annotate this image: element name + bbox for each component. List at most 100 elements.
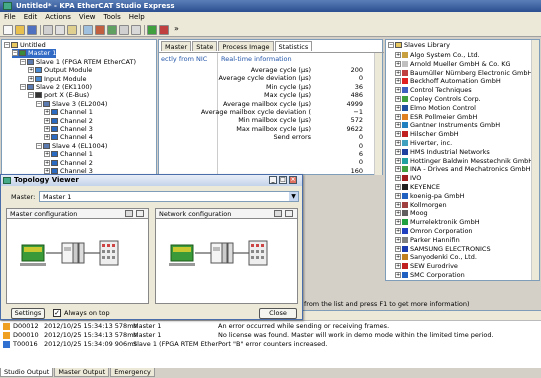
scan-icon[interactable] <box>83 25 93 35</box>
slaves-library-root[interactable]: − Slaves Library <box>388 41 450 50</box>
new-icon[interactable] <box>3 25 13 35</box>
stats-scrollbar[interactable] <box>374 53 382 175</box>
expand-icon[interactable]: + <box>44 151 50 158</box>
slave-vendor-item[interactable]: + Arnold Mueller GmbH & Co. KG <box>395 60 511 69</box>
expand-icon[interactable]: + <box>28 67 34 74</box>
slave-vendor-item[interactable]: + Control Techniques <box>395 86 472 95</box>
master-select[interactable]: Master 1 ▼ <box>39 191 299 202</box>
expand-icon[interactable]: + <box>44 159 50 166</box>
copy-icon[interactable] <box>55 25 65 35</box>
collapse-icon[interactable]: − <box>20 84 26 90</box>
menu-edit[interactable]: Edit <box>20 12 42 23</box>
slave-vendor-item[interactable]: + Hilscher GmbH <box>395 130 459 139</box>
paste-icon[interactable] <box>67 25 77 35</box>
slave-vendor-item[interactable]: + Omron Corporation <box>395 227 473 236</box>
slave-vendor-item[interactable]: + Hiverter, inc. <box>395 139 452 148</box>
expand-icon[interactable]: + <box>395 157 401 164</box>
slave-vendor-item[interactable]: + Moog <box>395 209 428 218</box>
expand-icon[interactable]: + <box>395 122 401 129</box>
tab-master-output[interactable]: Master Output <box>54 368 110 377</box>
expand-icon[interactable]: + <box>28 75 34 82</box>
tab-state[interactable]: State <box>192 41 218 51</box>
tab-master[interactable]: Master <box>161 41 192 51</box>
slave-vendor-item[interactable]: + Baumüller Nürnberg Electronic GmbH <box>395 69 532 78</box>
close-button[interactable]: Close <box>259 308 297 319</box>
expand-icon[interactable]: + <box>395 69 401 76</box>
slave-vendor-item[interactable]: + Copley Controls Corp. <box>395 95 481 104</box>
tab-process-image[interactable]: Process Image <box>218 41 274 51</box>
collapse-icon[interactable]: − <box>20 58 26 65</box>
log-row[interactable]: D00010 2012/10/25 15:34:13 578ms Master 1 N… <box>0 331 541 340</box>
slave-vendor-item[interactable]: + Algo System Co., Ltd. <box>395 51 480 60</box>
slave-vendor-item[interactable]: + SMC Corporation <box>395 271 465 280</box>
slave-vendor-item[interactable]: + Elmo Motion Control <box>395 104 476 113</box>
expand-icon[interactable]: + <box>395 184 401 190</box>
slave-vendor-item[interactable]: + INA - Drives and Mechatronics GmbH u. C <box>395 165 541 174</box>
collapse-icon[interactable]: − <box>12 50 18 57</box>
expand-icon[interactable]: + <box>395 228 401 234</box>
slave-vendor-item[interactable]: + KEYENCE <box>395 183 440 192</box>
slave-vendor-item[interactable]: + ESR Pollmeier GmbH <box>395 113 477 122</box>
expand-icon[interactable]: + <box>44 126 50 132</box>
expand-icon[interactable]: + <box>395 140 401 146</box>
expand-icon[interactable]: + <box>395 219 401 226</box>
menu-tools[interactable]: Tools <box>99 12 124 23</box>
menu-help[interactable]: Help <box>125 12 149 23</box>
expand-icon[interactable]: + <box>395 60 401 67</box>
expand-icon[interactable]: + <box>395 113 401 120</box>
expand-icon[interactable]: + <box>395 201 401 208</box>
menu-actions[interactable]: Actions <box>41 12 75 23</box>
connect-icon[interactable] <box>107 25 117 35</box>
expand-icon[interactable]: + <box>44 109 50 116</box>
maximize-icon[interactable]: □ <box>279 176 287 184</box>
expand-icon[interactable]: + <box>395 175 401 182</box>
expand-icon[interactable]: + <box>395 210 401 217</box>
expand-icon[interactable]: + <box>395 166 401 173</box>
slave-vendor-item[interactable]: + IVO <box>395 174 421 183</box>
settings-button[interactable]: Settings <box>11 308 45 319</box>
slave-vendor-item[interactable]: + Hottinger Baldwin Messtechnik GmbH <box>395 157 533 166</box>
expand-icon[interactable]: + <box>395 87 401 94</box>
expand-icon[interactable]: + <box>395 236 401 243</box>
tab-statistics[interactable]: Statistics <box>274 41 313 51</box>
log-row[interactable]: T00016 2012/10/25 15:34:09 906ms Slave 1 (… <box>0 340 541 349</box>
slave-vendor-item[interactable]: + Kollmorgen <box>395 201 447 210</box>
collapse-icon[interactable]: − <box>36 142 42 149</box>
settings-icon[interactable] <box>136 210 144 217</box>
export-icon[interactable] <box>131 25 141 35</box>
slave-vendor-item[interactable]: + HMS Industrial Networks <box>395 148 490 157</box>
menu-file[interactable]: File <box>0 12 20 23</box>
delete-icon[interactable] <box>95 25 105 35</box>
slave-vendor-item[interactable]: + Murrelektronik GmbH <box>395 218 480 227</box>
always-on-top-checkbox[interactable]: ✓ <box>53 309 61 317</box>
expand-icon[interactable]: + <box>395 272 401 278</box>
expand-icon[interactable]: + <box>44 134 50 141</box>
run-icon[interactable] <box>147 25 157 35</box>
tab-studio-output[interactable]: Studio Output <box>0 368 54 377</box>
slave-vendor-item[interactable]: + Beckhoff Automation GmbH <box>395 77 501 86</box>
expand-icon[interactable]: + <box>395 263 401 270</box>
topology-title-bar[interactable]: Topology Viewer _ □ × <box>1 175 302 186</box>
slave-vendor-item[interactable]: + Parker Hannifin <box>395 236 460 245</box>
slaves-scrollbar[interactable] <box>531 40 539 280</box>
log-row[interactable]: D00012 2012/10/25 15:34:13 578ms Master 1 A… <box>0 322 541 331</box>
tab-emergency[interactable]: Emergency <box>110 368 155 377</box>
stop-icon[interactable] <box>159 25 169 35</box>
expand-icon[interactable]: + <box>395 78 401 85</box>
expand-icon[interactable]: + <box>395 192 401 199</box>
collapse-icon[interactable]: − <box>4 42 10 48</box>
collapse-icon[interactable]: − <box>36 100 42 107</box>
close-icon[interactable]: × <box>289 176 297 184</box>
expand-icon[interactable]: + <box>395 131 401 138</box>
expand-icon[interactable]: + <box>395 245 401 252</box>
settings-icon[interactable] <box>285 210 293 217</box>
menu-view[interactable]: View <box>75 12 100 23</box>
minimize-icon[interactable]: _ <box>269 176 277 184</box>
slave-vendor-item[interactable]: + SEW Eurodrive <box>395 262 458 271</box>
save-icon[interactable] <box>27 25 37 35</box>
expand-icon[interactable]: + <box>395 148 401 155</box>
export-image-icon[interactable] <box>274 210 282 217</box>
slave-vendor-item[interactable]: + Sanyodenki Co., Ltd. <box>395 253 477 262</box>
expand-icon[interactable]: + <box>395 52 401 58</box>
export-image-icon[interactable] <box>125 210 133 217</box>
